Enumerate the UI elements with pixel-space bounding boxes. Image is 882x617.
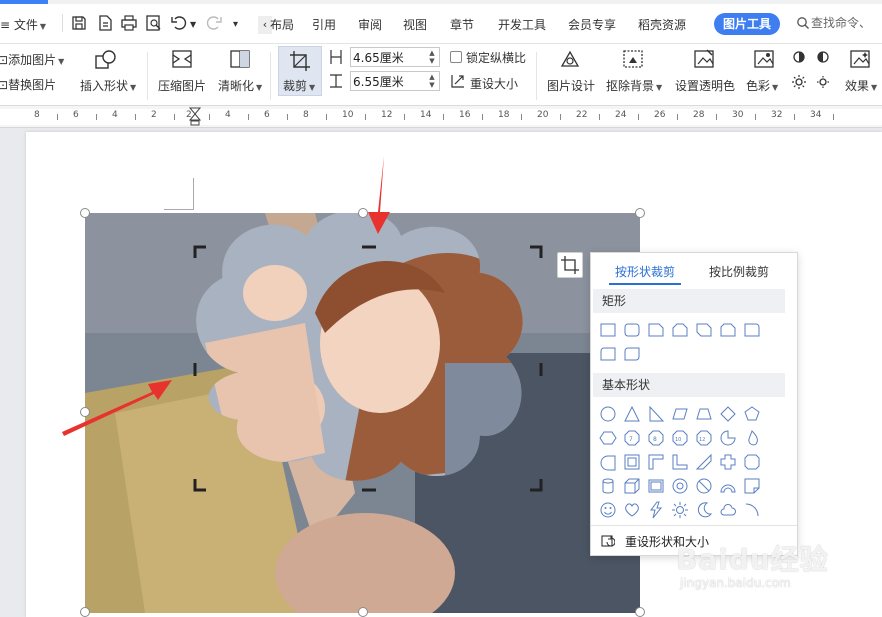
basic-shape-icon[interactable] [671, 477, 689, 495]
basic-shape-icon[interactable] [695, 477, 713, 495]
basic-shape-icon[interactable] [743, 501, 761, 519]
basic-shape-icon[interactable] [743, 429, 761, 447]
tab-crop-by-shape[interactable]: 按形状裁剪 [615, 263, 675, 280]
basic-shape-icon[interactable] [599, 501, 617, 519]
basic-shape-icon[interactable] [599, 405, 617, 423]
svg-text:8: 8 [653, 436, 657, 443]
basic-shape-icon[interactable] [599, 429, 617, 447]
basic-shape-icon[interactable] [695, 453, 713, 471]
divider [591, 525, 797, 526]
section-rectangle-label: 矩形 [602, 294, 627, 308]
crop-icon [561, 256, 579, 274]
crop-panel: 按形状裁剪 按比例裁剪 矩形 基本形状 7 8 10 12 重设形状和大小 [590, 252, 798, 556]
basic-shape-icon[interactable] [647, 453, 665, 471]
rectangle-shape-icon[interactable] [719, 321, 737, 339]
basic-shape-icon[interactable] [671, 453, 689, 471]
reset-shape-icon [601, 535, 615, 547]
section-rectangle: 矩形 [593, 289, 785, 313]
basic-shape-icon[interactable]: 7 [623, 429, 641, 447]
section-basic-shapes-label: 基本形状 [602, 378, 651, 392]
tab-crop-by-ratio[interactable]: 按比例裁剪 [709, 263, 769, 280]
basic-shape-icon[interactable] [695, 405, 713, 423]
basic-shape-icon[interactable] [743, 453, 761, 471]
basic-shape-icon[interactable] [695, 501, 713, 519]
section-basic-shapes: 基本形状 [593, 373, 785, 397]
basic-shape-icon[interactable] [599, 453, 617, 471]
basic-shape-icon[interactable] [743, 405, 761, 423]
rectangle-shape-icon[interactable] [647, 321, 665, 339]
basic-shape-icon[interactable]: 8 [647, 429, 665, 447]
tab-crop-by-shape-label: 按形状裁剪 [615, 265, 676, 279]
basic-shape-icon[interactable] [719, 453, 737, 471]
svg-text:7: 7 [629, 436, 633, 443]
active-tab-underline [609, 283, 681, 285]
basic-shape-icon[interactable] [743, 477, 761, 495]
basic-shape-icon[interactable] [599, 477, 617, 495]
rectangle-shape-icon[interactable] [623, 345, 641, 363]
rectangle-shape-icon[interactable] [599, 321, 617, 339]
basic-shape-icon[interactable] [623, 501, 641, 519]
basic-shape-icon[interactable]: 10 [671, 429, 689, 447]
basic-shape-icon[interactable] [719, 429, 737, 447]
basic-shape-icon[interactable] [671, 405, 689, 423]
svg-text:10: 10 [675, 437, 681, 443]
basic-shape-icon[interactable] [623, 453, 641, 471]
basic-shape-icon[interactable] [647, 405, 665, 423]
baidu-watermark: Baidu经验 jingyan.baidu.com [676, 530, 876, 600]
basic-shape-icon[interactable] [719, 405, 737, 423]
basic-shape-icon[interactable] [647, 477, 665, 495]
watermark-url: jingyan.baidu.com [680, 576, 791, 590]
tab-crop-by-ratio-label: 按比例裁剪 [709, 265, 770, 279]
basic-shape-icon[interactable] [647, 501, 665, 519]
arrow-right-annotation [62, 380, 172, 436]
rectangle-shape-icon[interactable] [599, 345, 617, 363]
basic-shape-icon[interactable] [671, 501, 689, 519]
basic-shape-icon[interactable]: 12 [695, 429, 713, 447]
crop-toggle-button[interactable] [557, 252, 583, 278]
rectangle-shape-icon[interactable] [623, 321, 641, 339]
svg-text:12: 12 [699, 437, 705, 443]
basic-shape-icon[interactable] [719, 501, 737, 519]
basic-shapes-grid: 7 8 10 12 [599, 405, 789, 523]
basic-shape-icon[interactable] [623, 477, 641, 495]
rectangle-shapes-grid [599, 321, 789, 363]
basic-shape-icon[interactable] [623, 405, 641, 423]
watermark-brand: Baidu经验 [676, 543, 829, 576]
basic-shape-icon[interactable] [719, 477, 737, 495]
rectangle-shape-icon[interactable] [743, 321, 761, 339]
rectangle-shape-icon[interactable] [671, 321, 689, 339]
rectangle-shape-icon[interactable] [695, 321, 713, 339]
arrow-down-annotation [368, 156, 390, 234]
